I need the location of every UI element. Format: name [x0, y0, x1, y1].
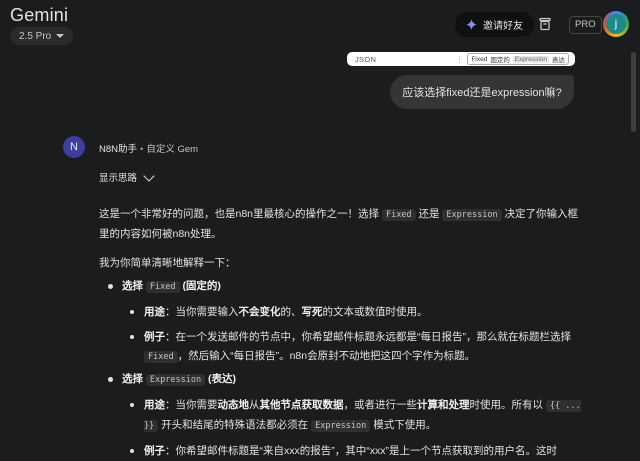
chip-expression: Expression — [512, 55, 549, 63]
text: 的、 — [280, 306, 302, 318]
emphasis: 动态地 — [217, 399, 250, 411]
attachment-toggle-chip: Fixed 固定的 Expression 表达 — [467, 53, 569, 65]
gem-name: N8N助手 — [99, 144, 138, 155]
chevron-down-icon — [143, 169, 155, 182]
list-item: 选择 Expression (表达) 用途：当你需要动态地从其他节点获取数据，或… — [99, 370, 581, 461]
text: 这是一个非常好的问题，也是n8n里最核心的操作之一！选择 — [99, 208, 380, 220]
text: ：当你需要输入 — [165, 306, 239, 318]
top-bar: Gemini 2.5 Pro 邀请好友 PRO j — [0, 0, 640, 48]
show-thoughts-toggle[interactable]: 显示思路 — [99, 169, 155, 184]
inline-code: Expression — [145, 374, 206, 386]
response-intro: 这是一个非常好的问题，也是n8n里最核心的操作之一！选择 Fixed 还是 Ex… — [99, 205, 581, 244]
model-response: 这是一个非常好的问题，也是n8n里最核心的操作之一！选择 Fixed 还是 Ex… — [99, 205, 581, 461]
app-title[interactable]: Gemini — [10, 5, 68, 26]
emphasis: 不会变化 — [238, 306, 281, 318]
item-title: (固定的) — [182, 280, 221, 292]
option-list: 选择 Fixed (固定的) 用途：当你需要输入不会变化的、写死的文本或数值时使… — [99, 277, 581, 461]
text: ，或者进行一些 — [343, 399, 418, 411]
sparkle-icon — [466, 19, 477, 30]
item-lead: 选择 — [122, 280, 143, 292]
chip-fixed: Fixed — [471, 55, 488, 63]
scrollbar[interactable] — [631, 52, 636, 132]
text: 开头和结尾的特殊语法都必须在 — [161, 419, 309, 431]
chevron-down-icon — [56, 34, 65, 38]
pro-badge: PRO — [569, 16, 602, 34]
list-item: 例子：你希望邮件标题是“来自xxx的报告”，其中“xxx”是上一个节点获取到的用… — [122, 442, 581, 461]
chip-fixed-sub: 固定的 — [490, 57, 510, 64]
emphasis: 写死 — [301, 306, 323, 318]
text: ，然后输入“每日报告”。n8n会原封不动地把这四个字作为标题。 — [177, 350, 476, 362]
model-label: 2.5 Pro — [19, 30, 52, 42]
model-selector[interactable]: 2.5 Pro — [10, 27, 74, 45]
label: 例子 — [144, 331, 165, 343]
label: 例子 — [144, 445, 165, 457]
attachment-type-label: JSON — [355, 54, 377, 64]
emphasis: 其他节点获取数据 — [259, 399, 344, 411]
response-lead: 我为你简单清晰地解释一下： — [99, 257, 236, 269]
text: ：在一个发送邮件的节点中，你希望邮件标题永远都是“每日报告”，那么就在标题栏选择 — [165, 331, 571, 343]
text: 时使用。所有以 — [469, 399, 544, 411]
label: 用途 — [144, 399, 165, 411]
list-item: 用途：当你需要动态地从其他节点获取数据，或者进行一些计算和处理时使用。所有以 {… — [122, 396, 581, 436]
avatar-letter: j — [606, 14, 626, 34]
list-item: 例子：在一个发送邮件的节点中，你希望邮件标题永远都是“每日报告”，那么就在标题栏… — [122, 328, 581, 367]
gem-avatar: N — [63, 136, 85, 158]
gem-subtitle: 自定义 Gem — [146, 144, 199, 155]
list-item: 选择 Fixed (固定的) 用途：当你需要输入不会变化的、写死的文本或数值时使… — [99, 277, 581, 367]
delete-chat-icon[interactable] — [537, 16, 553, 32]
show-thoughts-label: 显示思路 — [99, 173, 138, 184]
gem-header: N8N助手 • 自定义 Gem — [99, 141, 198, 155]
invite-label: 邀请好友 — [483, 21, 523, 32]
list-item: 用途：当你需要输入不会变化的、写死的文本或数值时使用。 — [122, 303, 581, 322]
inline-code: Fixed — [145, 281, 180, 293]
sub-list: 用途：当你需要输入不会变化的、写死的文本或数值时使用。 例子：在一个发送邮件的节… — [122, 303, 581, 367]
sub-list: 用途：当你需要动态地从其他节点获取数据，或者进行一些计算和处理时使用。所有以 {… — [122, 396, 581, 461]
emphasis: 计算和处理 — [417, 399, 470, 411]
text: ：当你需要 — [165, 399, 218, 411]
json-attachment-preview[interactable]: JSON ⋮ Fixed 固定的 Expression 表达 — [347, 52, 575, 66]
invite-friends-button[interactable]: 邀请好友 — [455, 12, 534, 37]
gem-separator: • — [140, 144, 144, 155]
inline-code: Fixed — [381, 209, 416, 221]
inline-code: Expression — [442, 209, 502, 221]
text: 还是 — [418, 208, 440, 220]
chip-expression-sub: 表达 — [552, 57, 565, 64]
label: 用途 — [144, 306, 165, 318]
more-dots-icon: ⋮ — [455, 54, 464, 64]
text: 从 — [249, 399, 260, 411]
account-avatar[interactable]: j — [603, 11, 629, 37]
text: 模式下使用。 — [373, 419, 437, 431]
text: 的文本或数值时使用。 — [322, 306, 428, 318]
text: ：你希望邮件标题是“来自xxx的报告”，其中“xxx”是上一个节点获取到的用户名… — [165, 445, 557, 457]
inline-code: Expression — [311, 420, 371, 432]
user-message-bubble: 应该选择fixed还是expression嘛? — [390, 75, 574, 109]
inline-code: Fixed — [144, 351, 178, 363]
item-title: (表达) — [208, 373, 237, 385]
item-lead: 选择 — [122, 373, 143, 385]
